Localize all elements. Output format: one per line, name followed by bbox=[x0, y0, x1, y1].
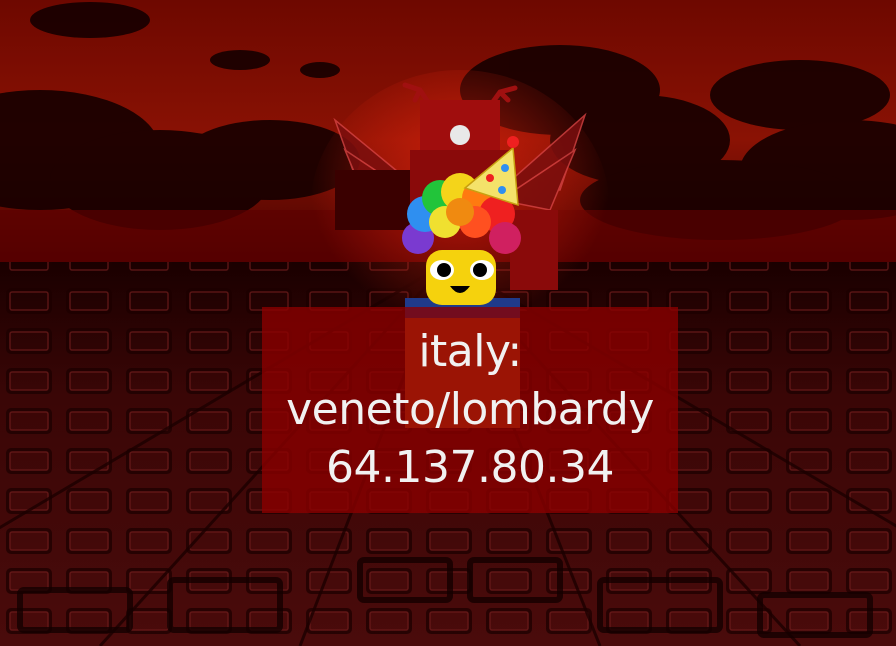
player-info-billboard: italy: veneto/lombardy 64.137.80.34 bbox=[262, 307, 678, 513]
game-viewport: italy: veneto/lombardy 64.137.80.34 bbox=[0, 0, 896, 646]
label-country: italy: bbox=[418, 326, 522, 377]
label-ip-address: 64.137.80.34 bbox=[326, 442, 614, 493]
label-region: veneto/lombardy bbox=[286, 384, 654, 435]
